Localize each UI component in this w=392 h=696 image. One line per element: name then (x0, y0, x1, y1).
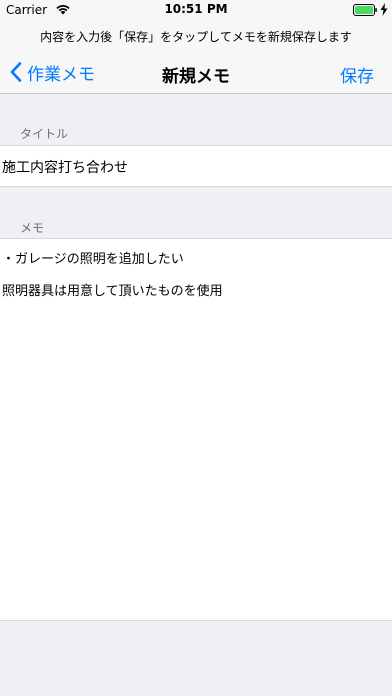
title-section-header: タイトル (20, 127, 69, 141)
page-title: 新規メモ (162, 67, 230, 87)
title-input-value: 施工内容打ち合わせ (2, 160, 128, 176)
battery-icon (353, 4, 377, 16)
memo-section-header: メモ (20, 221, 45, 235)
title-field[interactable]: 施工内容打ち合わせ (0, 145, 392, 187)
clock: 10:51 PM (164, 2, 228, 16)
status-bar: Carrier 10:51 PM (0, 0, 392, 20)
memo-line: ・ガレージの照明を追加したい (2, 252, 184, 267)
memo-textarea[interactable]: ・ガレージの照明を追加したい 照明器具は用意して頂いたものを使用 (0, 238, 392, 621)
charging-bolt-icon (380, 3, 388, 16)
instruction-prompt: 内容を入力後「保存」をタップしてメモを新規保存します (40, 30, 352, 44)
save-button[interactable]: 保存 (340, 62, 374, 87)
navigation-bar: 内容を入力後「保存」をタップしてメモを新規保存します 作業メモ 新規メモ 保存 (0, 20, 392, 94)
memo-line: 照明器具は用意して頂いたものを使用 (2, 284, 223, 299)
